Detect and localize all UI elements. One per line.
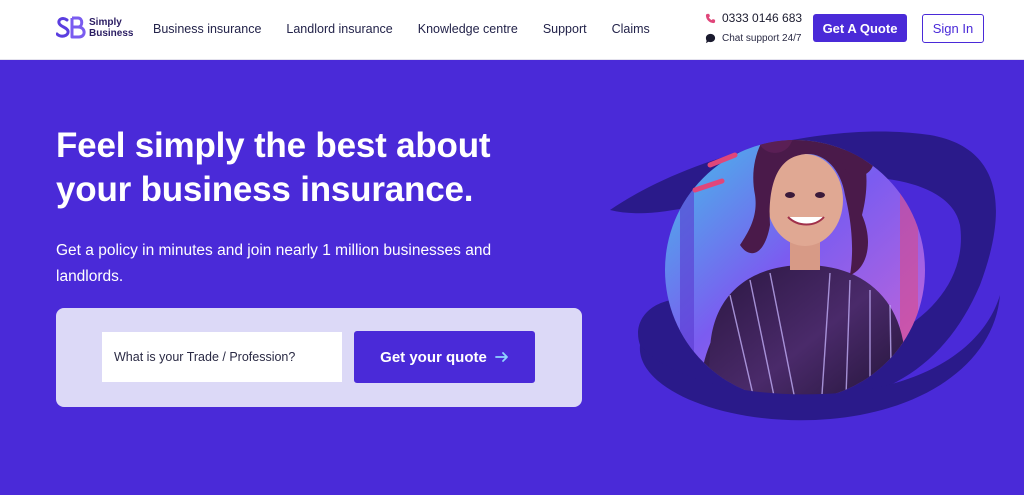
- chat-label: Chat support 24/7: [722, 32, 802, 44]
- main-nav: Business insurance Landlord insurance Kn…: [153, 0, 650, 57]
- logo-wordmark: Simply Business: [89, 17, 133, 39]
- trade-profession-input[interactable]: [102, 332, 342, 382]
- site-header: Simply Business Business insurance Landl…: [0, 0, 1024, 60]
- hero-title: Feel simply the best about your business…: [56, 124, 576, 212]
- logo-line-2: Business: [89, 28, 134, 39]
- get-a-quote-button[interactable]: Get A Quote: [813, 14, 907, 42]
- arrow-right-icon: [494, 350, 509, 364]
- chat-icon: [705, 33, 716, 44]
- get-your-quote-label: Get your quote: [380, 348, 487, 366]
- sb-logo-icon: [56, 15, 86, 41]
- nav-business-insurance[interactable]: Business insurance: [153, 22, 261, 36]
- contact-block: 0333 0146 683 Chat support 24/7: [705, 10, 802, 46]
- performer-photo-icon: [610, 131, 1000, 421]
- phone-icon: [705, 13, 716, 24]
- logo-line-1: Simply: [89, 17, 122, 28]
- hero-subtitle: Get a policy in minutes and join nearly …: [56, 242, 492, 285]
- hero-title-line-2: your business insurance.: [56, 170, 474, 209]
- nav-landlord-insurance[interactable]: Landlord insurance: [286, 22, 392, 36]
- page: Simply Business Business insurance Landl…: [0, 0, 1024, 495]
- phone-number: 0333 0146 683: [722, 11, 803, 25]
- simply-business-logo[interactable]: Simply Business: [56, 15, 133, 41]
- nav-claims[interactable]: Claims: [612, 22, 650, 36]
- quote-form-panel: Get your quote: [56, 308, 582, 407]
- nav-support[interactable]: Support: [543, 22, 587, 36]
- chat-link[interactable]: Chat support 24/7: [705, 30, 802, 46]
- sign-in-button[interactable]: Sign In: [922, 14, 984, 43]
- get-your-quote-button[interactable]: Get your quote: [354, 331, 535, 383]
- nav-knowledge-centre[interactable]: Knowledge centre: [418, 22, 518, 36]
- phone-link[interactable]: 0333 0146 683: [705, 10, 802, 26]
- hero-title-line-1: Feel simply the best about: [56, 126, 491, 165]
